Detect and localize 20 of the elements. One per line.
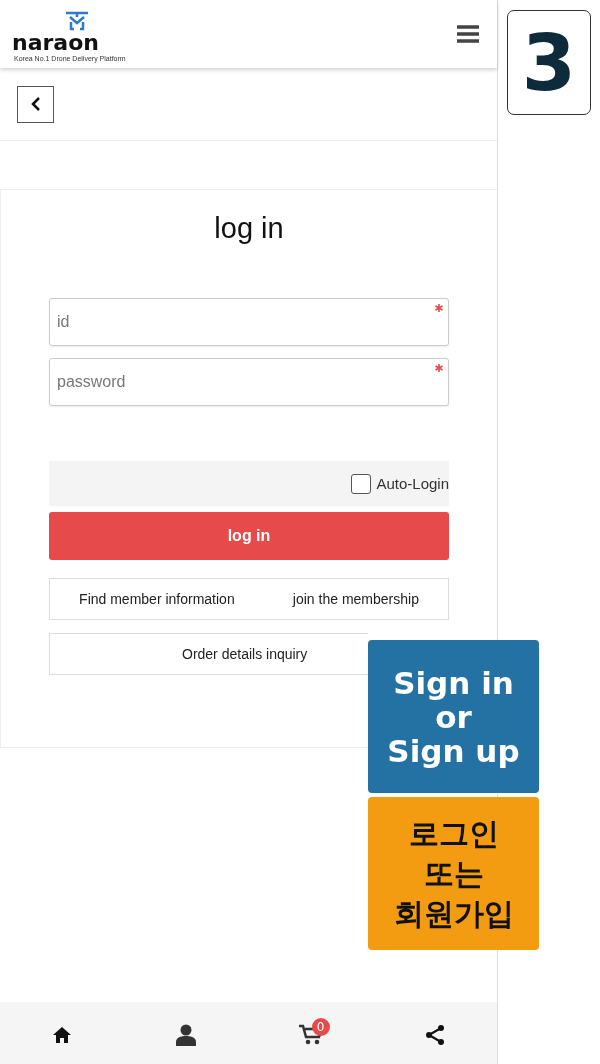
callout-label: 로그인 또는 회원가입 [368,797,539,950]
menu-icon[interactable] [457,24,479,44]
input-field[interactable]: id [49,298,449,346]
share-icon[interactable] [424,1025,445,1045]
text-link[interactable]: join the membership [292,591,419,607]
auto-login-label[interactable]: Auto-Login [376,475,449,492]
callout-label: Sign in or Sign up [368,640,539,793]
cart-count-badge: 0 [311,1018,330,1036]
home-icon[interactable] [52,1026,73,1044]
input-field[interactable]: password [49,358,449,406]
step-number-badge: 3 [507,10,591,115]
order-inquiry-button[interactable]: Order details inquiry [49,633,368,675]
login-title: log in [213,212,285,245]
text-link[interactable]: Find member information [79,591,235,607]
login-button[interactable]: log in [49,512,449,560]
logo-text: naraon [12,31,99,54]
user-icon[interactable] [176,1024,197,1046]
checkbox[interactable] [351,473,372,494]
cart-icon[interactable] [298,1024,323,1046]
back-button[interactable] [17,85,54,123]
